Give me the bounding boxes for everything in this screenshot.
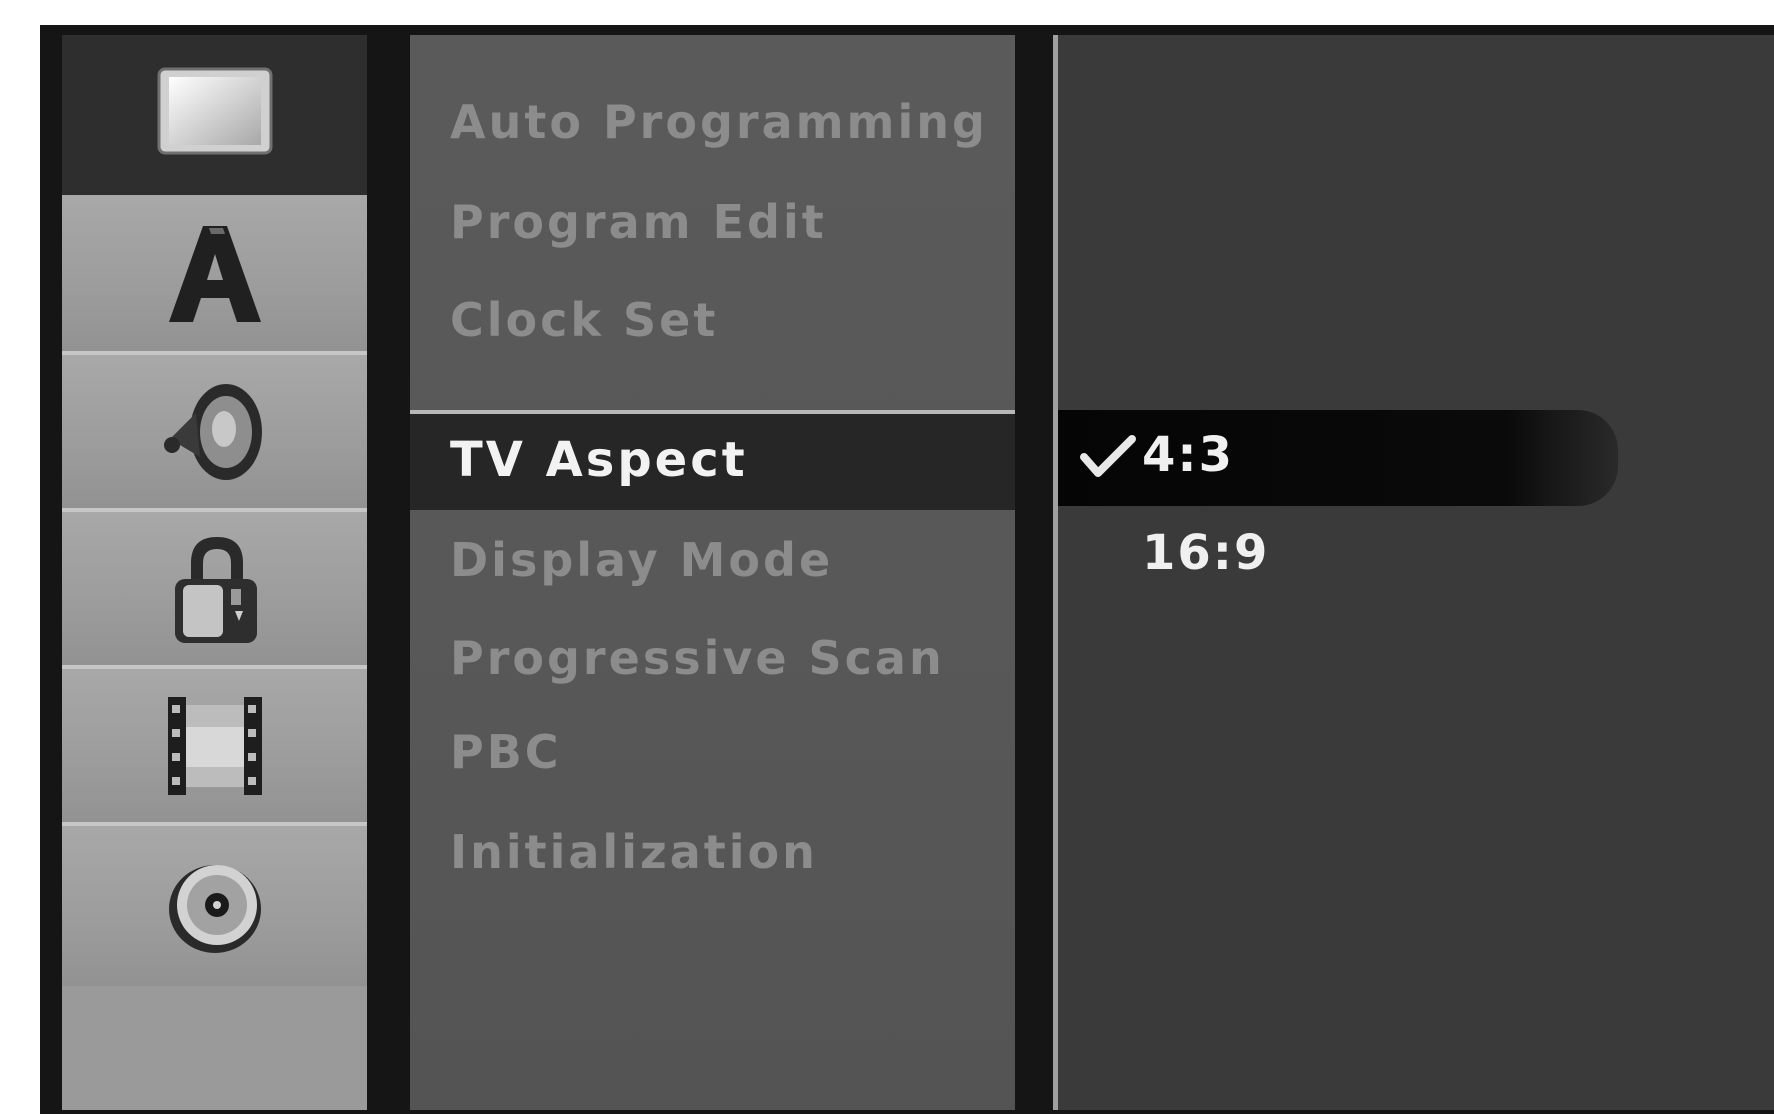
menu-panel: Auto Programming Program Edit Clock Set … [410, 35, 1015, 1110]
checkmark-icon [1080, 435, 1136, 485]
category-sidebar [62, 35, 367, 1110]
setup-menu-screen: Auto Programming Program Edit Clock Set … [40, 25, 1774, 1114]
menu-item-display-mode[interactable]: Display Mode [450, 533, 833, 587]
menu-item-pbc[interactable]: PBC [450, 725, 562, 779]
disc-icon [160, 851, 270, 961]
film-strip-icon [160, 691, 270, 801]
tv-screen-icon [155, 63, 275, 163]
sidebar-item-recording[interactable] [62, 669, 367, 826]
menu-item-tv-aspect-label: TV Aspect [450, 432, 748, 488]
option-16-9[interactable]: 16:9 [1142, 525, 1269, 581]
speaker-icon [160, 377, 270, 487]
padlock-icon [165, 529, 265, 649]
menu-item-initialization[interactable]: Initialization [450, 825, 818, 879]
menu-item-tv-aspect[interactable]: TV Aspect [410, 414, 1015, 510]
sidebar-item-language[interactable] [62, 195, 367, 355]
menu-item-auto-programming[interactable]: Auto Programming [450, 95, 988, 149]
letter-a-icon [165, 218, 265, 328]
options-panel: 4:3 16:9 [1058, 35, 1774, 1110]
option-4-3[interactable]: 4:3 [1142, 427, 1234, 483]
sidebar-item-audio[interactable] [62, 355, 367, 512]
sidebar-item-disc[interactable] [62, 826, 367, 986]
menu-item-program-edit[interactable]: Program Edit [450, 195, 827, 249]
menu-item-clock-set[interactable]: Clock Set [450, 293, 718, 347]
menu-item-progressive-scan[interactable]: Progressive Scan [450, 631, 945, 685]
sidebar-item-general[interactable] [62, 35, 367, 195]
sidebar-item-lock[interactable] [62, 512, 367, 669]
